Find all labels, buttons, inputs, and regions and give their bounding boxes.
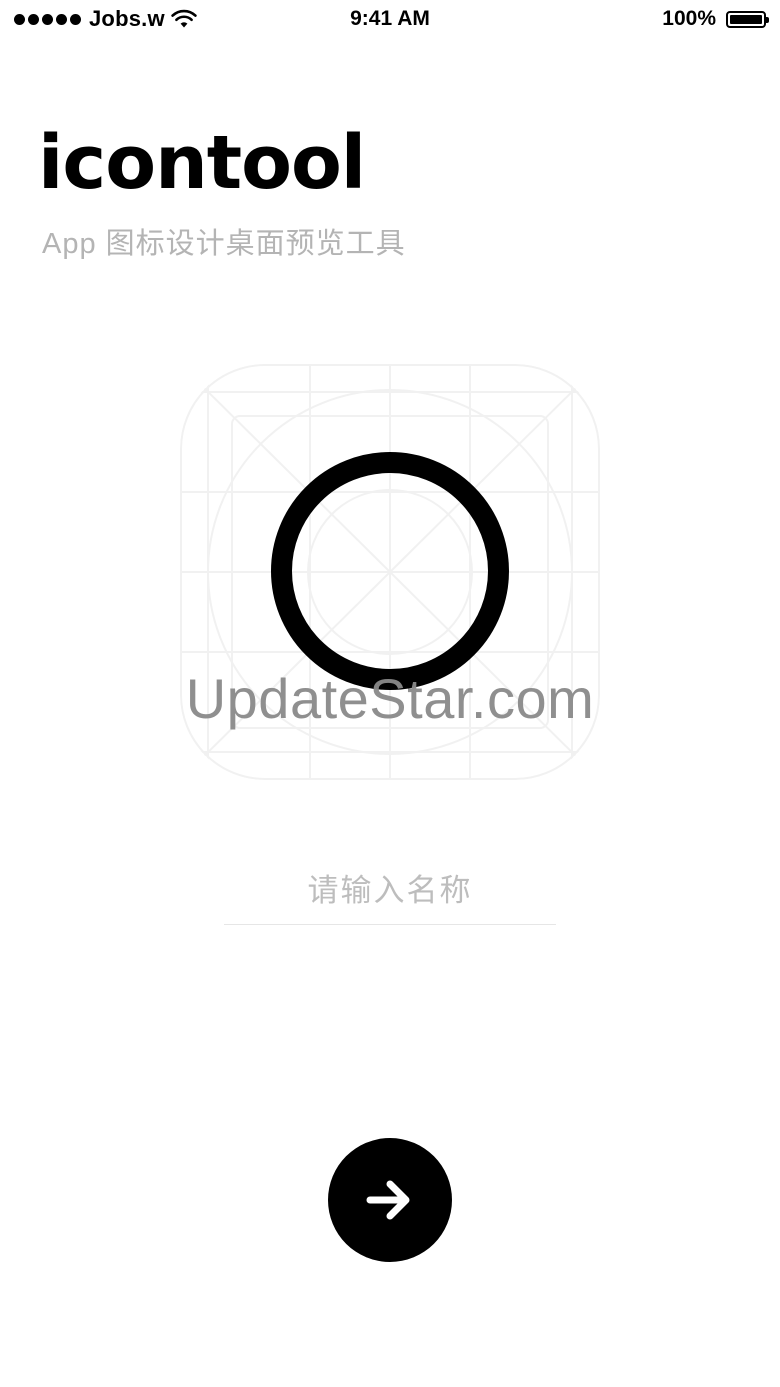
battery-percent: 100%: [662, 7, 716, 30]
next-button[interactable]: [328, 1138, 452, 1262]
watermark-text: UpdateStar.com: [185, 667, 595, 730]
arrow-right-icon: [366, 1180, 410, 1220]
circle-ring-icon: [271, 452, 509, 690]
status-bar: Jobs.w 9:41 AM 100%: [0, 0, 780, 40]
name-input[interactable]: [224, 858, 556, 925]
app-subtitle: App 图标设计桌面预览工具: [42, 228, 406, 260]
app-logo: icontool: [38, 120, 366, 206]
status-bar-right: 100%: [662, 6, 769, 32]
app-screen: Jobs.w 9:41 AM 100% icontool App 图标设计桌面预…: [0, 0, 780, 1387]
battery-icon: [726, 10, 769, 28]
